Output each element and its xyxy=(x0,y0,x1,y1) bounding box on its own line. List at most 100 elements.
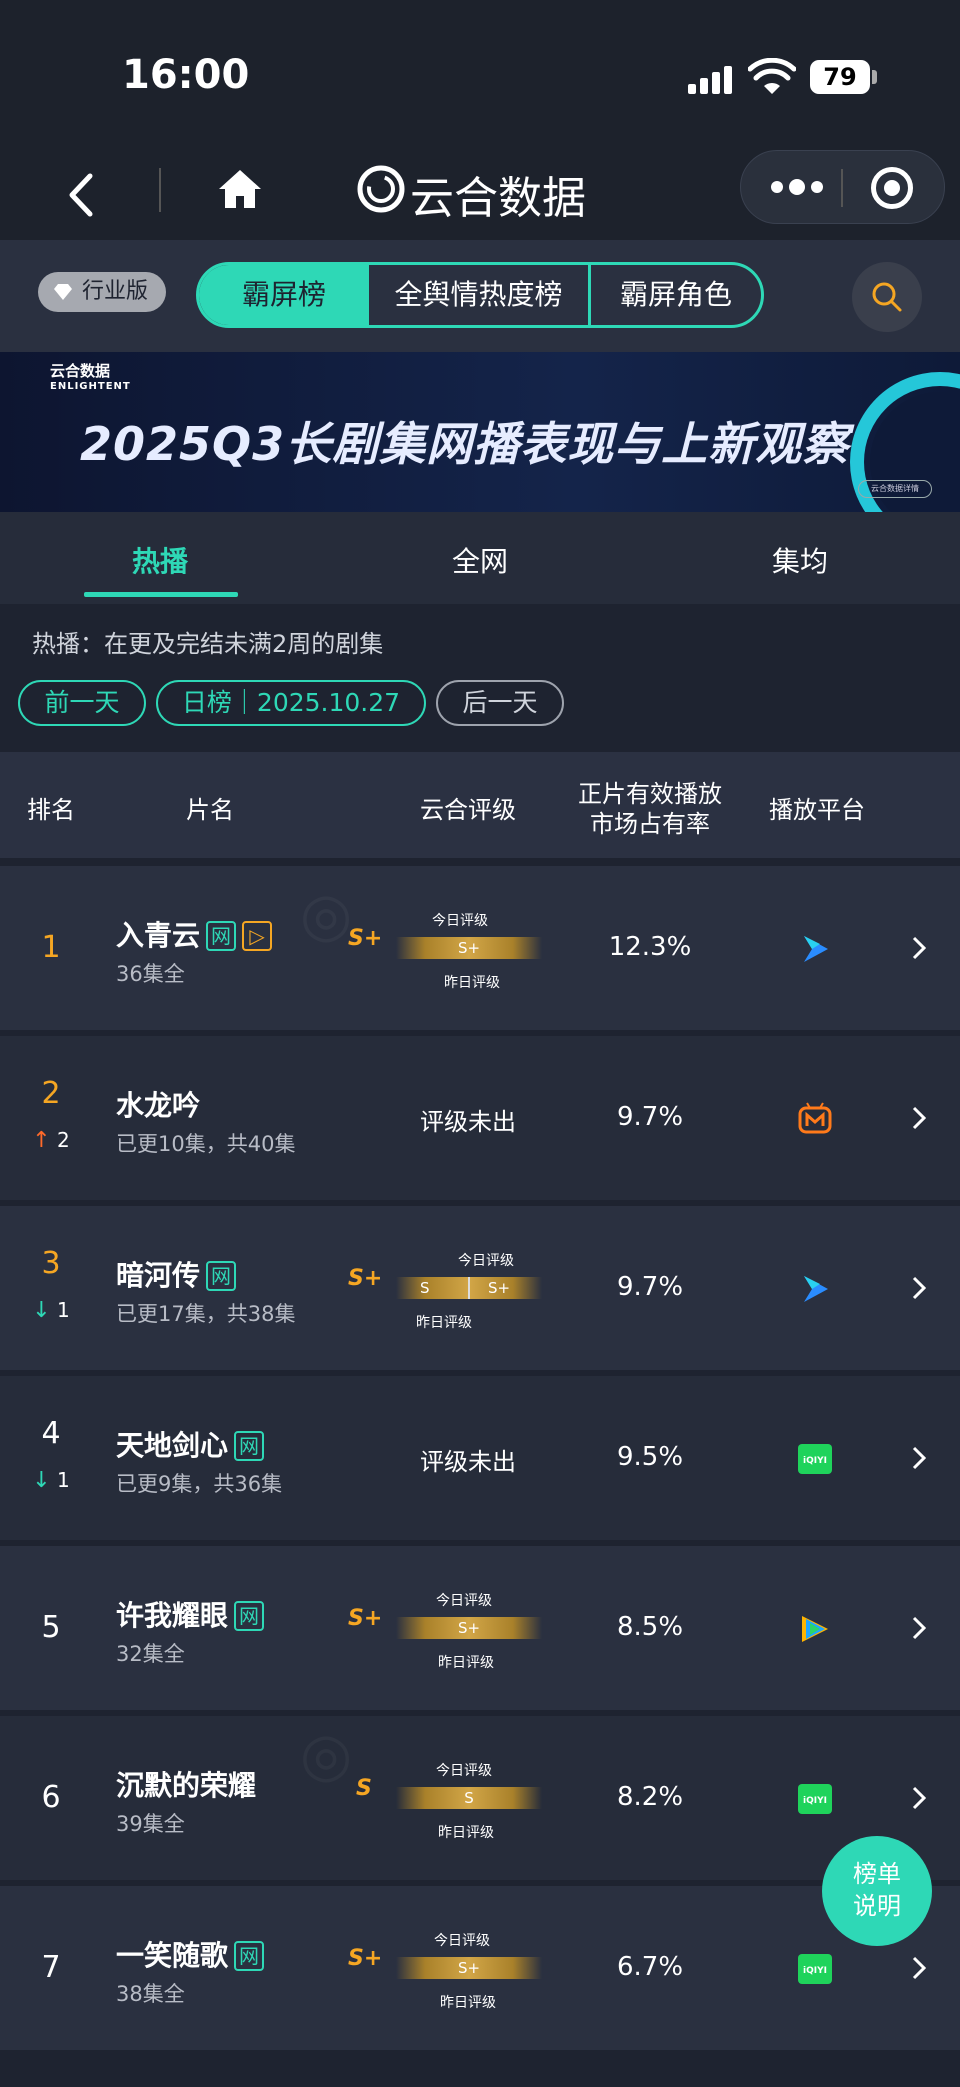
market-share: 9.7% xyxy=(616,1102,684,1132)
arrow-up-icon: ↑ xyxy=(32,1128,51,1153)
grade-bar-yesterday: S xyxy=(420,1279,430,1297)
show-title-text: 许我耀眼 xyxy=(116,1599,229,1632)
grade-bar: S+ xyxy=(396,937,542,959)
prev-day-button[interactable]: 前一天 xyxy=(18,680,146,726)
home-icon[interactable] xyxy=(215,164,265,214)
battery-tip xyxy=(872,70,877,84)
show-title-text: 天地剑心 xyxy=(116,1429,229,1462)
help-line2: 说明 xyxy=(853,1892,901,1920)
header-grade: 云合评级 xyxy=(420,796,516,824)
table-row[interactable]: 1 入青云网 ▷ 36集全 S+ 今日评级 S+ 昨日评级 12.3% xyxy=(0,866,960,1030)
show-title: 许我耀眼网 xyxy=(116,1594,265,1634)
back-icon[interactable] xyxy=(62,170,102,220)
tab-hot[interactable]: 热播 xyxy=(80,540,240,580)
ranking-help-button[interactable]: 榜单 说明 xyxy=(822,1836,932,1946)
chevron-right-icon[interactable] xyxy=(912,1616,926,1640)
segment-public-opinion[interactable]: 全舆情热度榜 xyxy=(369,265,591,325)
market-share: 8.5% xyxy=(616,1612,684,1642)
rank-number: 4 xyxy=(41,1416,61,1451)
no-grade-text: 评级未出 xyxy=(420,1448,516,1476)
chevron-right-icon[interactable] xyxy=(912,1106,926,1130)
grade-value: S+ xyxy=(348,1946,383,1971)
mgtv-platform-icon[interactable] xyxy=(798,1102,832,1136)
rank-number: 2 xyxy=(41,1076,61,1111)
show-title: 入青云网 ▷ xyxy=(116,914,273,954)
yesterday-grade-label: 昨日评级 xyxy=(438,1825,494,1841)
chevron-right-icon[interactable] xyxy=(912,1956,926,1980)
chevron-right-icon[interactable] xyxy=(912,936,926,960)
header-share-line2: 市场占有率 xyxy=(590,810,710,838)
youku-platform-icon[interactable] xyxy=(798,932,832,966)
grade-bar-split xyxy=(468,1277,470,1299)
chevron-right-icon[interactable] xyxy=(912,1276,926,1300)
show-title: 天地剑心网 xyxy=(116,1424,265,1464)
grade-value: S+ xyxy=(348,1266,383,1291)
table-row[interactable]: 6 沉默的荣耀 39集全 S 今日评级 S 昨日评级 8.2% iQIYI xyxy=(0,1716,960,1880)
rank-change: ↓ 1 xyxy=(26,1468,76,1493)
arrow-down-icon: ↓ xyxy=(32,1468,51,1493)
rank-change-value: 2 xyxy=(57,1128,70,1152)
wifi-icon xyxy=(748,58,796,94)
active-tab-indicator xyxy=(84,592,238,597)
tab-per-episode[interactable]: 集均 xyxy=(720,540,880,580)
brand-logo-icon xyxy=(357,165,405,213)
market-share: 9.7% xyxy=(616,1272,684,1302)
chevron-right-icon[interactable] xyxy=(912,1446,926,1470)
show-title: 水龙吟 xyxy=(116,1084,200,1124)
network-tag: 网 xyxy=(234,1941,265,1971)
close-mini-program-icon[interactable] xyxy=(871,167,913,209)
show-title-text: 一笑随歌 xyxy=(116,1939,229,1972)
edition-badge[interactable]: 行业版 xyxy=(38,272,166,312)
market-share: 8.2% xyxy=(616,1782,684,1812)
chevron-right-icon[interactable] xyxy=(912,1786,926,1810)
iqiyi-platform-icon[interactable]: iQIYI xyxy=(798,1952,832,1986)
diamond-icon xyxy=(54,284,72,300)
show-title-text: 入青云 xyxy=(116,919,201,952)
mini-program-capsule xyxy=(740,150,945,224)
ranking-type-switch: 霸屏榜 全舆情热度榜 霸屏角色 xyxy=(196,262,764,328)
cellular-signal-icon xyxy=(688,64,732,94)
today-grade-label: 今日评级 xyxy=(436,1763,492,1779)
yesterday-grade-label: 昨日评级 xyxy=(440,1995,496,2011)
more-icon[interactable] xyxy=(767,177,827,197)
youku-platform-icon[interactable] xyxy=(798,1272,832,1306)
status-bar: 16:00 79 xyxy=(0,0,960,150)
yesterday-grade-label: 昨日评级 xyxy=(438,1655,494,1671)
show-title-text: 沉默的荣耀 xyxy=(116,1769,257,1802)
play-tag-icon: ▷ xyxy=(242,921,273,951)
rank-number: 1 xyxy=(41,930,61,965)
tencent-video-platform-icon[interactable] xyxy=(798,1612,832,1646)
navigation-bar: 云合数据 xyxy=(0,150,960,240)
promo-banner[interactable]: 云合数据 ENLIGHTENT 2025Q3长剧集网播表现与上新观察 云合数据详… xyxy=(0,352,960,512)
current-date-button[interactable]: 日榜｜2025.10.27 xyxy=(156,680,426,726)
no-grade-text: 评级未出 xyxy=(420,1108,516,1136)
network-tag: 网 xyxy=(234,1431,265,1461)
clock: 16:00 xyxy=(122,52,250,98)
table-row[interactable]: 2 ↑ 2 水龙吟 已更10集，共40集 评级未出 9.7% xyxy=(0,1036,960,1200)
grade-bar: S+ xyxy=(396,1957,542,1979)
banner-logo-text: 云合数据 xyxy=(50,362,111,380)
grade-bar-value: S+ xyxy=(457,1959,481,1977)
tab-all-network[interactable]: 全网 xyxy=(400,540,560,580)
grade-value: S+ xyxy=(348,1606,383,1631)
iqiyi-platform-icon[interactable]: iQIYI xyxy=(798,1782,832,1816)
today-grade-label: 今日评级 xyxy=(436,1593,492,1609)
episode-info: 已更17集，共38集 xyxy=(116,1302,296,1326)
table-row[interactable]: 4 ↓ 1 天地剑心网 已更9集，共36集 评级未出 9.5% iQIYI xyxy=(0,1376,960,1540)
table-row[interactable]: 3 ↓ 1 暗河传网 已更17集，共38集 S+ 今日评级 S S+ 昨日评级 … xyxy=(0,1206,960,1370)
search-button[interactable] xyxy=(852,262,922,332)
table-row[interactable]: 7 一笑随歌网 38集全 S+ 今日评级 S+ 昨日评级 6.7% iQIYI xyxy=(0,1886,960,2050)
grade-value: S+ xyxy=(348,926,383,951)
page-title: 云合数据 xyxy=(410,173,586,224)
capsule-divider xyxy=(841,169,843,207)
segment-screen-dominance[interactable]: 霸屏榜 xyxy=(199,265,369,325)
next-day-button[interactable]: 后一天 xyxy=(436,680,564,726)
search-icon xyxy=(872,282,902,312)
segment-characters[interactable]: 霸屏角色 xyxy=(591,265,761,325)
grade-bar: S+ xyxy=(396,1617,542,1639)
rank-number: 7 xyxy=(41,1950,61,1985)
yesterday-grade-label: 昨日评级 xyxy=(416,1315,472,1331)
table-row[interactable]: 5 许我耀眼网 32集全 S+ 今日评级 S+ 昨日评级 8.5% xyxy=(0,1546,960,1710)
rank-number: 6 xyxy=(41,1780,61,1815)
iqiyi-platform-icon[interactable]: iQIYI xyxy=(798,1442,832,1476)
